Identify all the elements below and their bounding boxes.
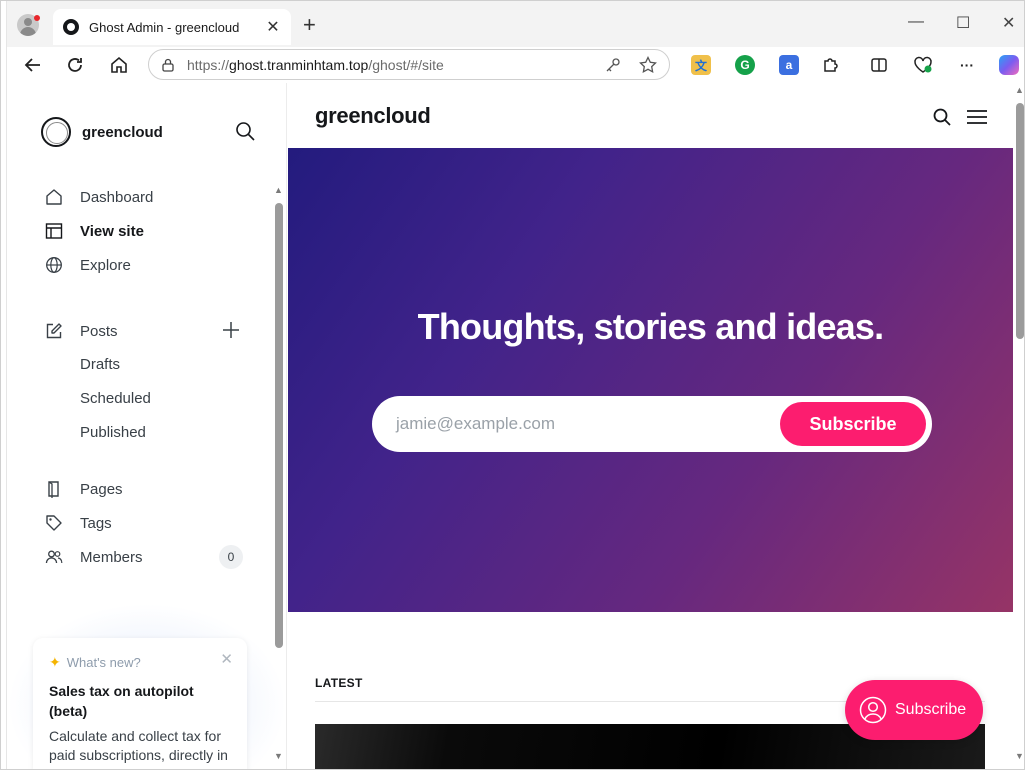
page-viewport: greencloud Dashboard View site Explore P…: [7, 83, 1024, 769]
home-browser-icon: [111, 56, 127, 73]
floating-subscribe-button[interactable]: Subscribe: [845, 680, 983, 740]
floating-subscribe-label: Subscribe: [895, 701, 967, 718]
sidebar-item-explore[interactable]: Explore: [45, 253, 131, 277]
puzzle-icon: [824, 58, 838, 72]
split-screen-icon[interactable]: [869, 55, 889, 75]
more-menu-button[interactable]: ···: [957, 55, 977, 75]
translate-extension-icon[interactable]: 文: [691, 55, 711, 75]
back-arrow-icon: [24, 58, 40, 72]
home-icon: [45, 188, 63, 206]
whats-new-heading: What's new?: [66, 655, 141, 670]
sidebar-item-published[interactable]: Published: [80, 424, 146, 441]
add-post-icon[interactable]: [222, 321, 240, 339]
reload-button[interactable]: [63, 53, 87, 77]
notification-dot: [34, 15, 40, 21]
browser-window: Ghost Admin - greencloud ✕ + — ☐ ✕ https…: [0, 0, 1025, 770]
email-input[interactable]: jamie@example.com: [396, 414, 780, 434]
sidebar-item-dashboard[interactable]: Dashboard: [45, 185, 153, 209]
hamburger-menu-icon[interactable]: [967, 109, 987, 125]
favorite-star-icon[interactable]: [639, 55, 657, 74]
new-tab-button[interactable]: +: [303, 14, 316, 36]
sidebar-item-drafts[interactable]: Drafts: [80, 356, 120, 373]
whats-new-card[interactable]: ✦ What's new? ✕ Sales tax on autopilot (…: [33, 638, 247, 769]
scroll-down-arrow-icon[interactable]: ▼: [274, 751, 283, 761]
sidebar-item-tags[interactable]: Tags: [45, 511, 112, 535]
tab-close-icon[interactable]: ✕: [265, 17, 281, 37]
user-circle-icon: [859, 696, 887, 724]
page-scrollbar-thumb[interactable]: [1016, 103, 1024, 339]
globe-icon: [45, 256, 63, 274]
close-icon[interactable]: ✕: [220, 650, 233, 668]
sidebar-item-pages[interactable]: Pages: [45, 477, 123, 501]
scroll-up-arrow-icon[interactable]: ▲: [274, 185, 283, 195]
search-icon[interactable]: [235, 121, 255, 141]
minimize-button[interactable]: —: [908, 13, 924, 31]
admin-sidebar: greencloud Dashboard View site Explore P…: [7, 83, 287, 769]
split-view-icon: [871, 58, 887, 72]
latest-heading: LATEST: [315, 676, 363, 690]
sidebar-item-label: Pages: [80, 480, 123, 498]
sidebar-item-label: Tags: [80, 514, 112, 532]
subscribe-button[interactable]: Subscribe: [780, 402, 926, 446]
back-button[interactable]: [21, 53, 45, 77]
copilot-icon[interactable]: [999, 55, 1019, 75]
site-header: greencloud: [287, 83, 1012, 148]
sidebar-item-label: Dashboard: [80, 188, 154, 206]
sidebar-item-posts[interactable]: Posts: [45, 319, 118, 343]
sidebar-scrollbar-thumb[interactable]: [275, 203, 283, 648]
search-icon[interactable]: [933, 108, 951, 126]
sidebar-item-label: Explore: [80, 256, 131, 274]
hero-section: Thoughts, stories and ideas. jamie@examp…: [288, 148, 1013, 612]
scroll-up-arrow-icon[interactable]: ▲: [1015, 85, 1024, 95]
sparkle-icon: ✦: [49, 654, 61, 670]
sidebar-item-label: View site: [80, 222, 144, 240]
whats-new-body: Calculate and collect tax for paid subsc…: [49, 728, 228, 769]
extensions-puzzle-icon[interactable]: [821, 55, 841, 75]
hero-title: Thoughts, stories and ideas.: [417, 306, 884, 347]
heart-pulse-icon: [914, 56, 932, 73]
sidebar-item-view-site[interactable]: View site: [45, 219, 144, 243]
edit-icon: [45, 322, 63, 340]
window-close-button[interactable]: ✕: [1002, 13, 1015, 33]
lock-icon: [162, 58, 174, 72]
address-bar[interactable]: https://ghost.tranminhtam.top/ghost/#/si…: [148, 49, 670, 80]
browser-tab[interactable]: Ghost Admin - greencloud ✕: [53, 9, 291, 45]
whats-new-title: Sales tax on autopilot (beta): [49, 683, 194, 719]
google-translate-extension-icon[interactable]: a: [779, 55, 799, 75]
whats-new-header: ✦ What's new?: [49, 654, 231, 671]
pages-icon: [45, 480, 63, 498]
browser-essentials-icon[interactable]: [913, 55, 933, 75]
maximize-button[interactable]: ☐: [956, 13, 970, 33]
sidebar-item-members[interactable]: Members: [45, 545, 143, 569]
sidebar-item-scheduled[interactable]: Scheduled: [80, 390, 151, 407]
site-logo-text[interactable]: greencloud: [315, 103, 431, 129]
members-icon: [45, 548, 63, 566]
key-icon[interactable]: [605, 57, 621, 73]
tag-icon: [45, 514, 63, 532]
scroll-down-arrow-icon[interactable]: ▼: [1015, 751, 1024, 761]
site-preview: greencloud Thoughts, stories and ideas. …: [287, 83, 1024, 769]
site-name: greencloud: [82, 123, 163, 141]
reload-icon: [68, 58, 82, 72]
home-button[interactable]: [107, 53, 131, 77]
grammarly-extension-icon[interactable]: G: [735, 55, 755, 75]
browser-toolbar: https://ghost.tranminhtam.top/ghost/#/si…: [7, 47, 1024, 83]
sidebar-item-label: Members: [80, 548, 143, 566]
subscribe-form: jamie@example.com Subscribe: [372, 396, 932, 452]
site-logo-icon: [41, 117, 71, 147]
tab-title: Ghost Admin - greencloud: [89, 19, 240, 35]
title-bar: Ghost Admin - greencloud ✕ + — ☐ ✕: [7, 1, 1024, 47]
brand[interactable]: greencloud: [41, 117, 163, 147]
ghost-favicon-icon: [63, 19, 79, 35]
members-count-badge: 0: [219, 545, 243, 569]
url-text: https://ghost.tranminhtam.top/ghost/#/si…: [187, 56, 444, 73]
layout-icon: [45, 222, 63, 240]
sidebar-item-label: Posts: [80, 322, 118, 340]
